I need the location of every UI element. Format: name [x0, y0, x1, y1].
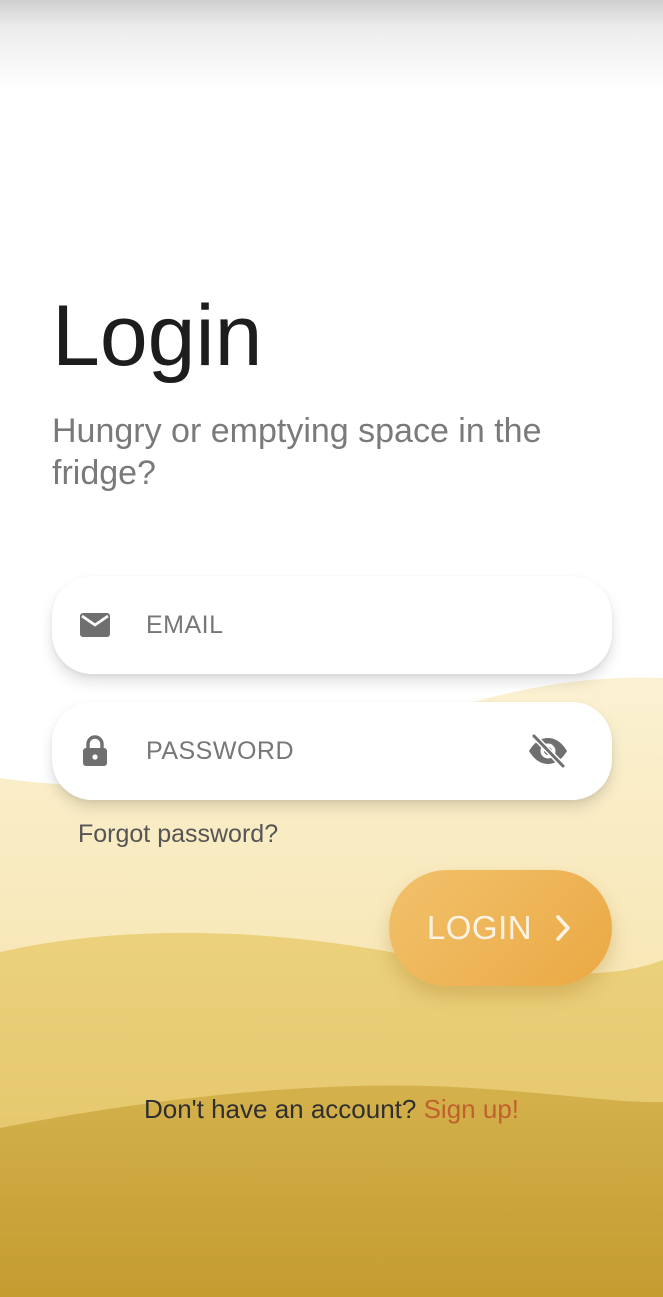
password-input[interactable] [146, 726, 506, 776]
forgot-password-link[interactable]: Forgot password? [78, 820, 278, 849]
signup-link[interactable]: Sign up! [424, 1094, 519, 1124]
page-title: Login [52, 288, 263, 384]
email-field-container [52, 576, 612, 674]
signup-row: Don't have an account? Sign up! [0, 1094, 663, 1125]
signup-prompt: Don't have an account? [143, 1094, 424, 1124]
lock-icon [78, 734, 112, 768]
eye-off-icon[interactable] [526, 729, 570, 773]
password-field-container [52, 702, 612, 800]
email-input[interactable] [146, 600, 506, 650]
page-subtitle: Hungry or emptying space in the fridge? [52, 412, 542, 492]
mail-icon [78, 608, 112, 642]
login-screen: Login Hungry or emptying space in the fr… [0, 0, 663, 1297]
chevron-right-icon [552, 913, 574, 943]
login-button-label: LOGIN [426, 909, 533, 946]
login-button[interactable]: LOGIN [389, 870, 612, 986]
